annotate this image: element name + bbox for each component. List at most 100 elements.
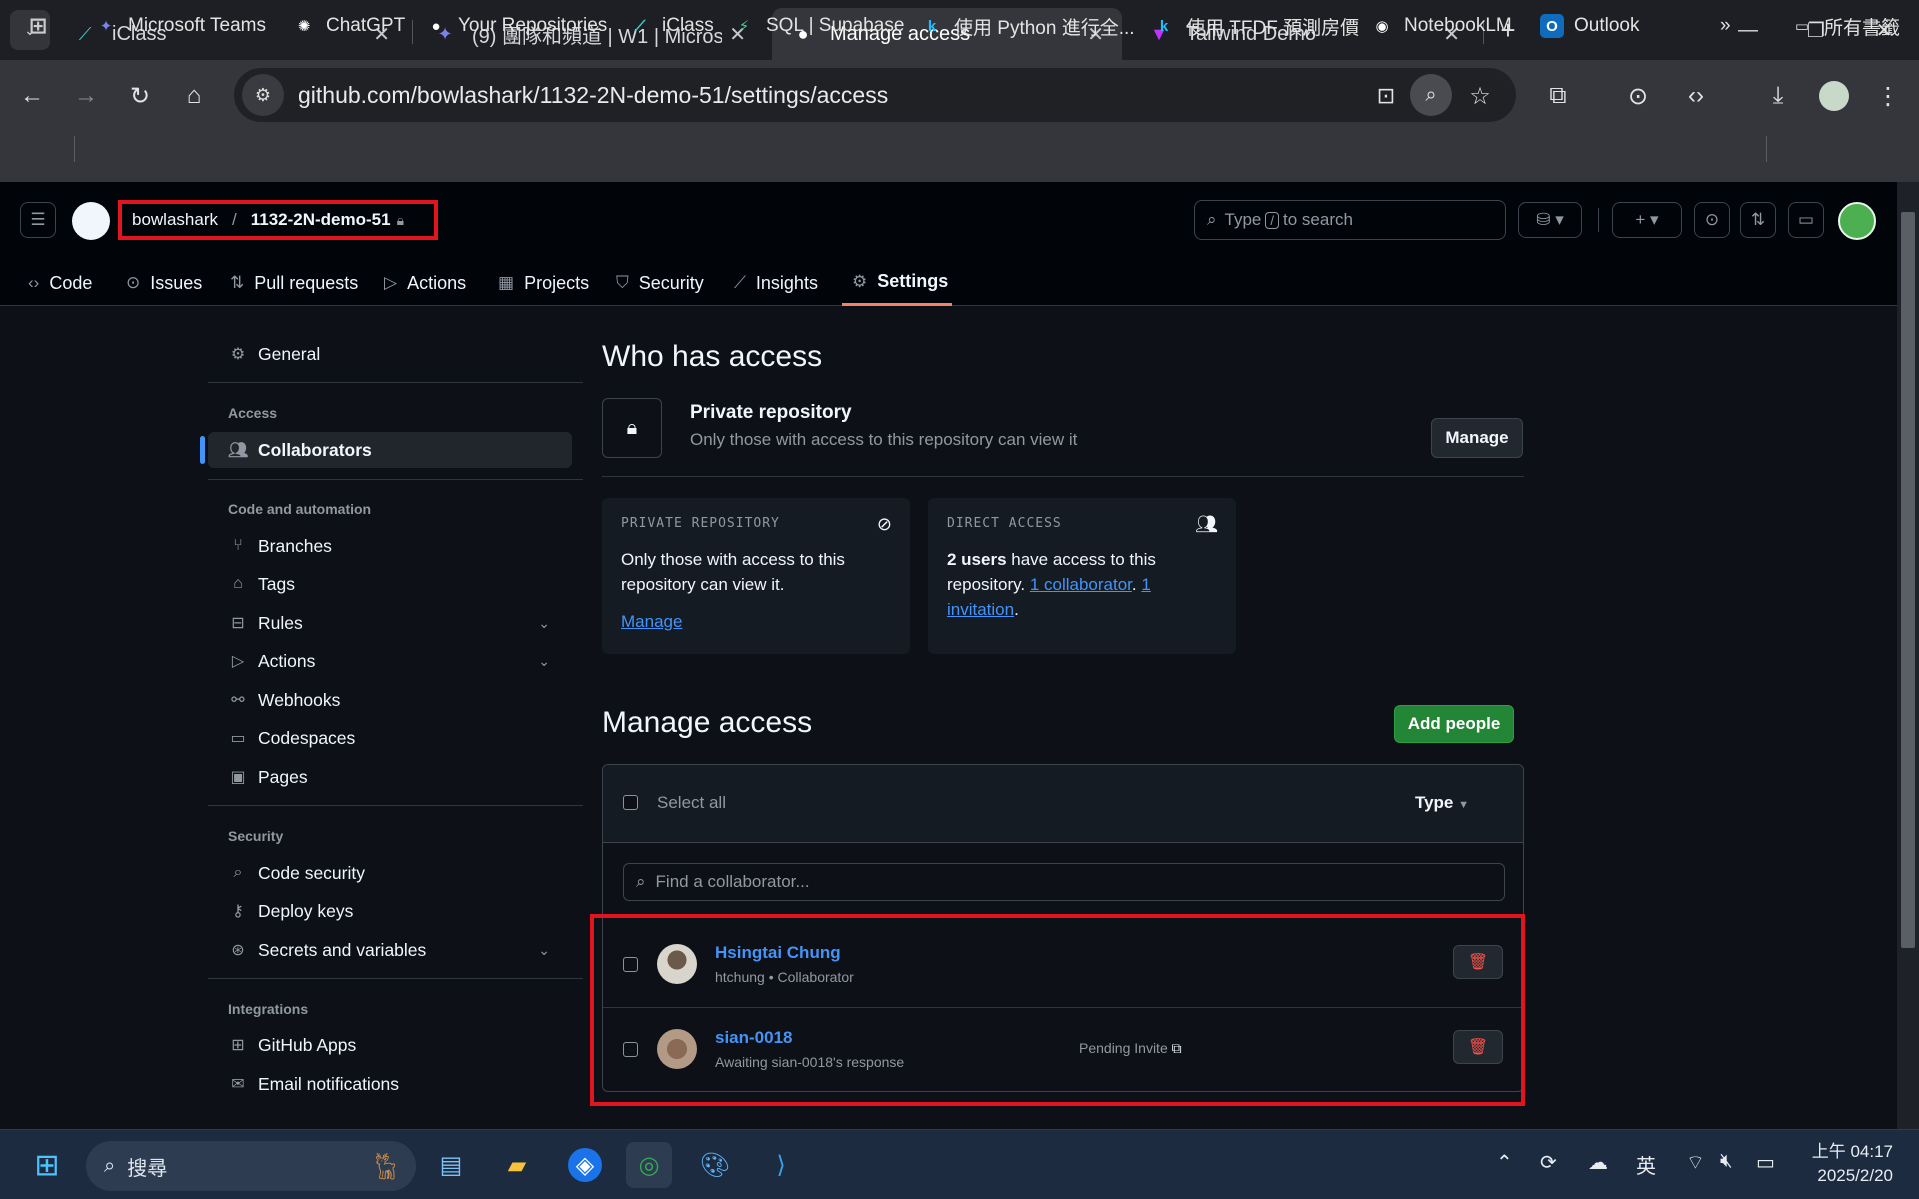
sidebar-item-deploy-keys[interactable]: ⚷ Deploy keys: [208, 893, 572, 929]
url-text[interactable]: github.com/bowlashark/1132-2N-demo-51/se…: [298, 82, 888, 109]
extensions-icon[interactable]: ⧉: [1536, 74, 1580, 118]
lock-icon: 🔒︎: [602, 398, 662, 458]
chrome-icon[interactable]: ◎: [626, 1142, 672, 1188]
hamburger-menu-icon[interactable]: ☰: [20, 202, 56, 238]
apps-grid-icon[interactable]: ⊞: [26, 10, 60, 42]
cloud-icon[interactable]: ☁: [1588, 1150, 1608, 1175]
bookmarks-bar: [0, 130, 1919, 182]
menu-kebab-icon[interactable]: ⋮: [1866, 74, 1910, 118]
browser-toolbar: ← → ↻ ⌂ ⚙ github.com/bowlashark/1132-2N-…: [0, 60, 1919, 130]
scrollbar-thumb[interactable]: [1901, 212, 1915, 948]
all-bookmarks[interactable]: ▭ 所有書籤: [1790, 10, 1900, 42]
card-label: DIRECT ACCESS: [947, 516, 1062, 531]
bookmark-microsoft-teams[interactable]: ✦ Microsoft Teams: [94, 10, 266, 42]
sidebar-item-secrets[interactable]: ⊛ Secrets and variables ⌄: [208, 932, 572, 968]
search-input[interactable]: ⌕ Type / to search: [1194, 200, 1506, 240]
sidebar-item-rules[interactable]: ⊟ Rules ⌄: [208, 605, 572, 641]
install-app-icon[interactable]: ⊡: [1364, 74, 1408, 118]
app-icon[interactable]: ◈: [568, 1148, 602, 1182]
search-shortcut: /: [1265, 211, 1280, 229]
sidebar-heading-security: Security: [228, 828, 284, 844]
windows-start-icon[interactable]: ⊞: [24, 1142, 70, 1188]
bookmark-your-repositories[interactable]: ● Your Repositories: [424, 10, 607, 42]
type-filter-dropdown[interactable]: Type ▼: [1415, 793, 1469, 813]
create-new-button[interactable]: + ▾: [1612, 202, 1682, 238]
browser-icon: ▣: [230, 769, 246, 786]
private-repo-desc: Only those with access to this repositor…: [690, 430, 1078, 449]
bookmark-iclass[interactable]: ⟋ iClass: [628, 10, 714, 42]
sidebar-item-actions[interactable]: ▷ Actions ⌄: [208, 643, 572, 679]
chevron-up-icon[interactable]: ⌃: [1496, 1150, 1513, 1175]
find-collaborator-input[interactable]: ⌕ Find a collaborator...: [623, 863, 1505, 901]
screenshot-icon[interactable]: ⊙: [1616, 74, 1660, 118]
bookmark-supabase[interactable]: ⚡ SQL | Supabase: [732, 10, 905, 42]
download-icon[interactable]: ⤓: [1756, 74, 1800, 118]
vscode-icon[interactable]: ⟩: [758, 1142, 804, 1188]
tab-settings[interactable]: ⚙ Settings: [842, 260, 952, 306]
sidebar-item-code-security[interactable]: ⌕ Code security: [208, 855, 572, 891]
select-all-checkbox[interactable]: [623, 795, 638, 810]
collaborator-link[interactable]: 1 collaborator: [1030, 575, 1132, 594]
copilot-button[interactable]: ⛁ ▾: [1518, 202, 1582, 238]
github-logo-icon[interactable]: [72, 202, 110, 240]
bookmark-outlook[interactable]: O Outlook: [1540, 10, 1639, 42]
bookmark-notebooklm[interactable]: ◉ NotebookLM: [1370, 10, 1511, 42]
tab-projects[interactable]: ▦ Projects: [498, 260, 589, 306]
ime-indicator[interactable]: 英: [1636, 1150, 1656, 1179]
issues-icon[interactable]: ⊙: [1694, 202, 1730, 238]
zoom-icon[interactable]: ⌕: [1410, 74, 1452, 116]
devtools-icon[interactable]: ‹›: [1674, 74, 1718, 118]
chevron-down-icon[interactable]: ⌄: [538, 653, 550, 670]
star-icon[interactable]: ☆: [1458, 74, 1502, 118]
manage-link[interactable]: Manage: [621, 612, 682, 631]
tab-issues[interactable]: ⊙ Issues: [126, 260, 202, 306]
sidebar-item-codespaces[interactable]: ▭ Codespaces: [208, 720, 572, 756]
home-icon[interactable]: ⌂: [172, 74, 216, 118]
bookmark-python[interactable]: k 使用 Python 進行全...: [920, 10, 1135, 42]
tab-code[interactable]: ‹› Code: [28, 260, 92, 306]
play-icon: ▷: [384, 273, 398, 292]
taskbar-search[interactable]: ⌕ 搜尋 🦌︎: [86, 1141, 416, 1191]
site-info-icon[interactable]: ⚙: [242, 74, 284, 116]
back-icon[interactable]: ←: [10, 74, 54, 118]
speaker-muted-icon[interactable]: 🔇︎: [1720, 1150, 1733, 1173]
inbox-icon[interactable]: ▭: [1788, 202, 1824, 238]
avatar[interactable]: [1838, 202, 1876, 240]
wifi-icon[interactable]: ⌔: [1686, 1150, 1705, 1175]
address-bar[interactable]: ⚙ github.com/bowlashark/1132-2N-demo-51/…: [234, 68, 1516, 122]
tab-security[interactable]: ⛉ Security: [616, 260, 704, 306]
repo-link[interactable]: 1132-2N-demo-51: [251, 210, 391, 230]
paint-icon[interactable]: 🎨︎: [692, 1142, 738, 1188]
tab-actions[interactable]: ▷ Actions: [384, 260, 466, 306]
battery-icon[interactable]: ▭: [1756, 1150, 1775, 1175]
sidebar-item-webhooks[interactable]: ⚯ Webhooks: [208, 682, 572, 718]
add-people-button[interactable]: Add people: [1394, 705, 1514, 743]
sidebar-item-general[interactable]: ⚙ General: [208, 336, 572, 372]
sidebar-item-github-apps[interactable]: ⊞ GitHub Apps: [208, 1027, 572, 1063]
tab-insights[interactable]: ⟋ Insights: [734, 260, 818, 306]
chevron-down-icon[interactable]: ⌄: [538, 942, 550, 959]
more-bookmarks-icon[interactable]: »: [1720, 10, 1731, 42]
reload-icon[interactable]: ↻: [118, 74, 162, 118]
tab-pull-requests[interactable]: ⇅ Pull requests: [230, 260, 358, 306]
sidebar-heading-integrations: Integrations: [228, 1001, 309, 1017]
search-icon: ⌕: [1207, 210, 1217, 229]
sync-icon[interactable]: ⟳: [1540, 1150, 1557, 1175]
owner-link[interactable]: bowlashark: [132, 210, 218, 230]
sidebar-item-pages[interactable]: ▣ Pages: [208, 759, 572, 795]
bookmark-chatgpt[interactable]: ✺ ChatGPT: [292, 10, 406, 42]
sidebar-item-branches[interactable]: ⑂ Branches: [208, 528, 572, 564]
sidebar-item-collaborators[interactable]: 👥︎ Collaborators: [200, 432, 572, 468]
manage-visibility-button[interactable]: Manage: [1431, 418, 1523, 458]
sidebar-item-tags[interactable]: ⌂ Tags: [208, 566, 572, 602]
profile-avatar[interactable]: [1812, 74, 1856, 118]
sidebar-item-email-notifications[interactable]: ✉ Email notifications: [208, 1066, 572, 1102]
bookmark-tfdf[interactable]: k 使用 TFDF 預測房價: [1152, 10, 1359, 42]
forward-icon[interactable]: →: [64, 74, 108, 118]
system-clock[interactable]: 上午 04:17 2025/2/20: [1812, 1140, 1893, 1188]
pull-requests-icon[interactable]: ⇅: [1740, 202, 1776, 238]
file-explorer-icon[interactable]: ▰: [494, 1142, 540, 1188]
notepad-icon[interactable]: ▤: [428, 1142, 474, 1188]
page-scrollbar[interactable]: [1897, 182, 1919, 1129]
chevron-down-icon[interactable]: ⌄: [538, 615, 550, 632]
